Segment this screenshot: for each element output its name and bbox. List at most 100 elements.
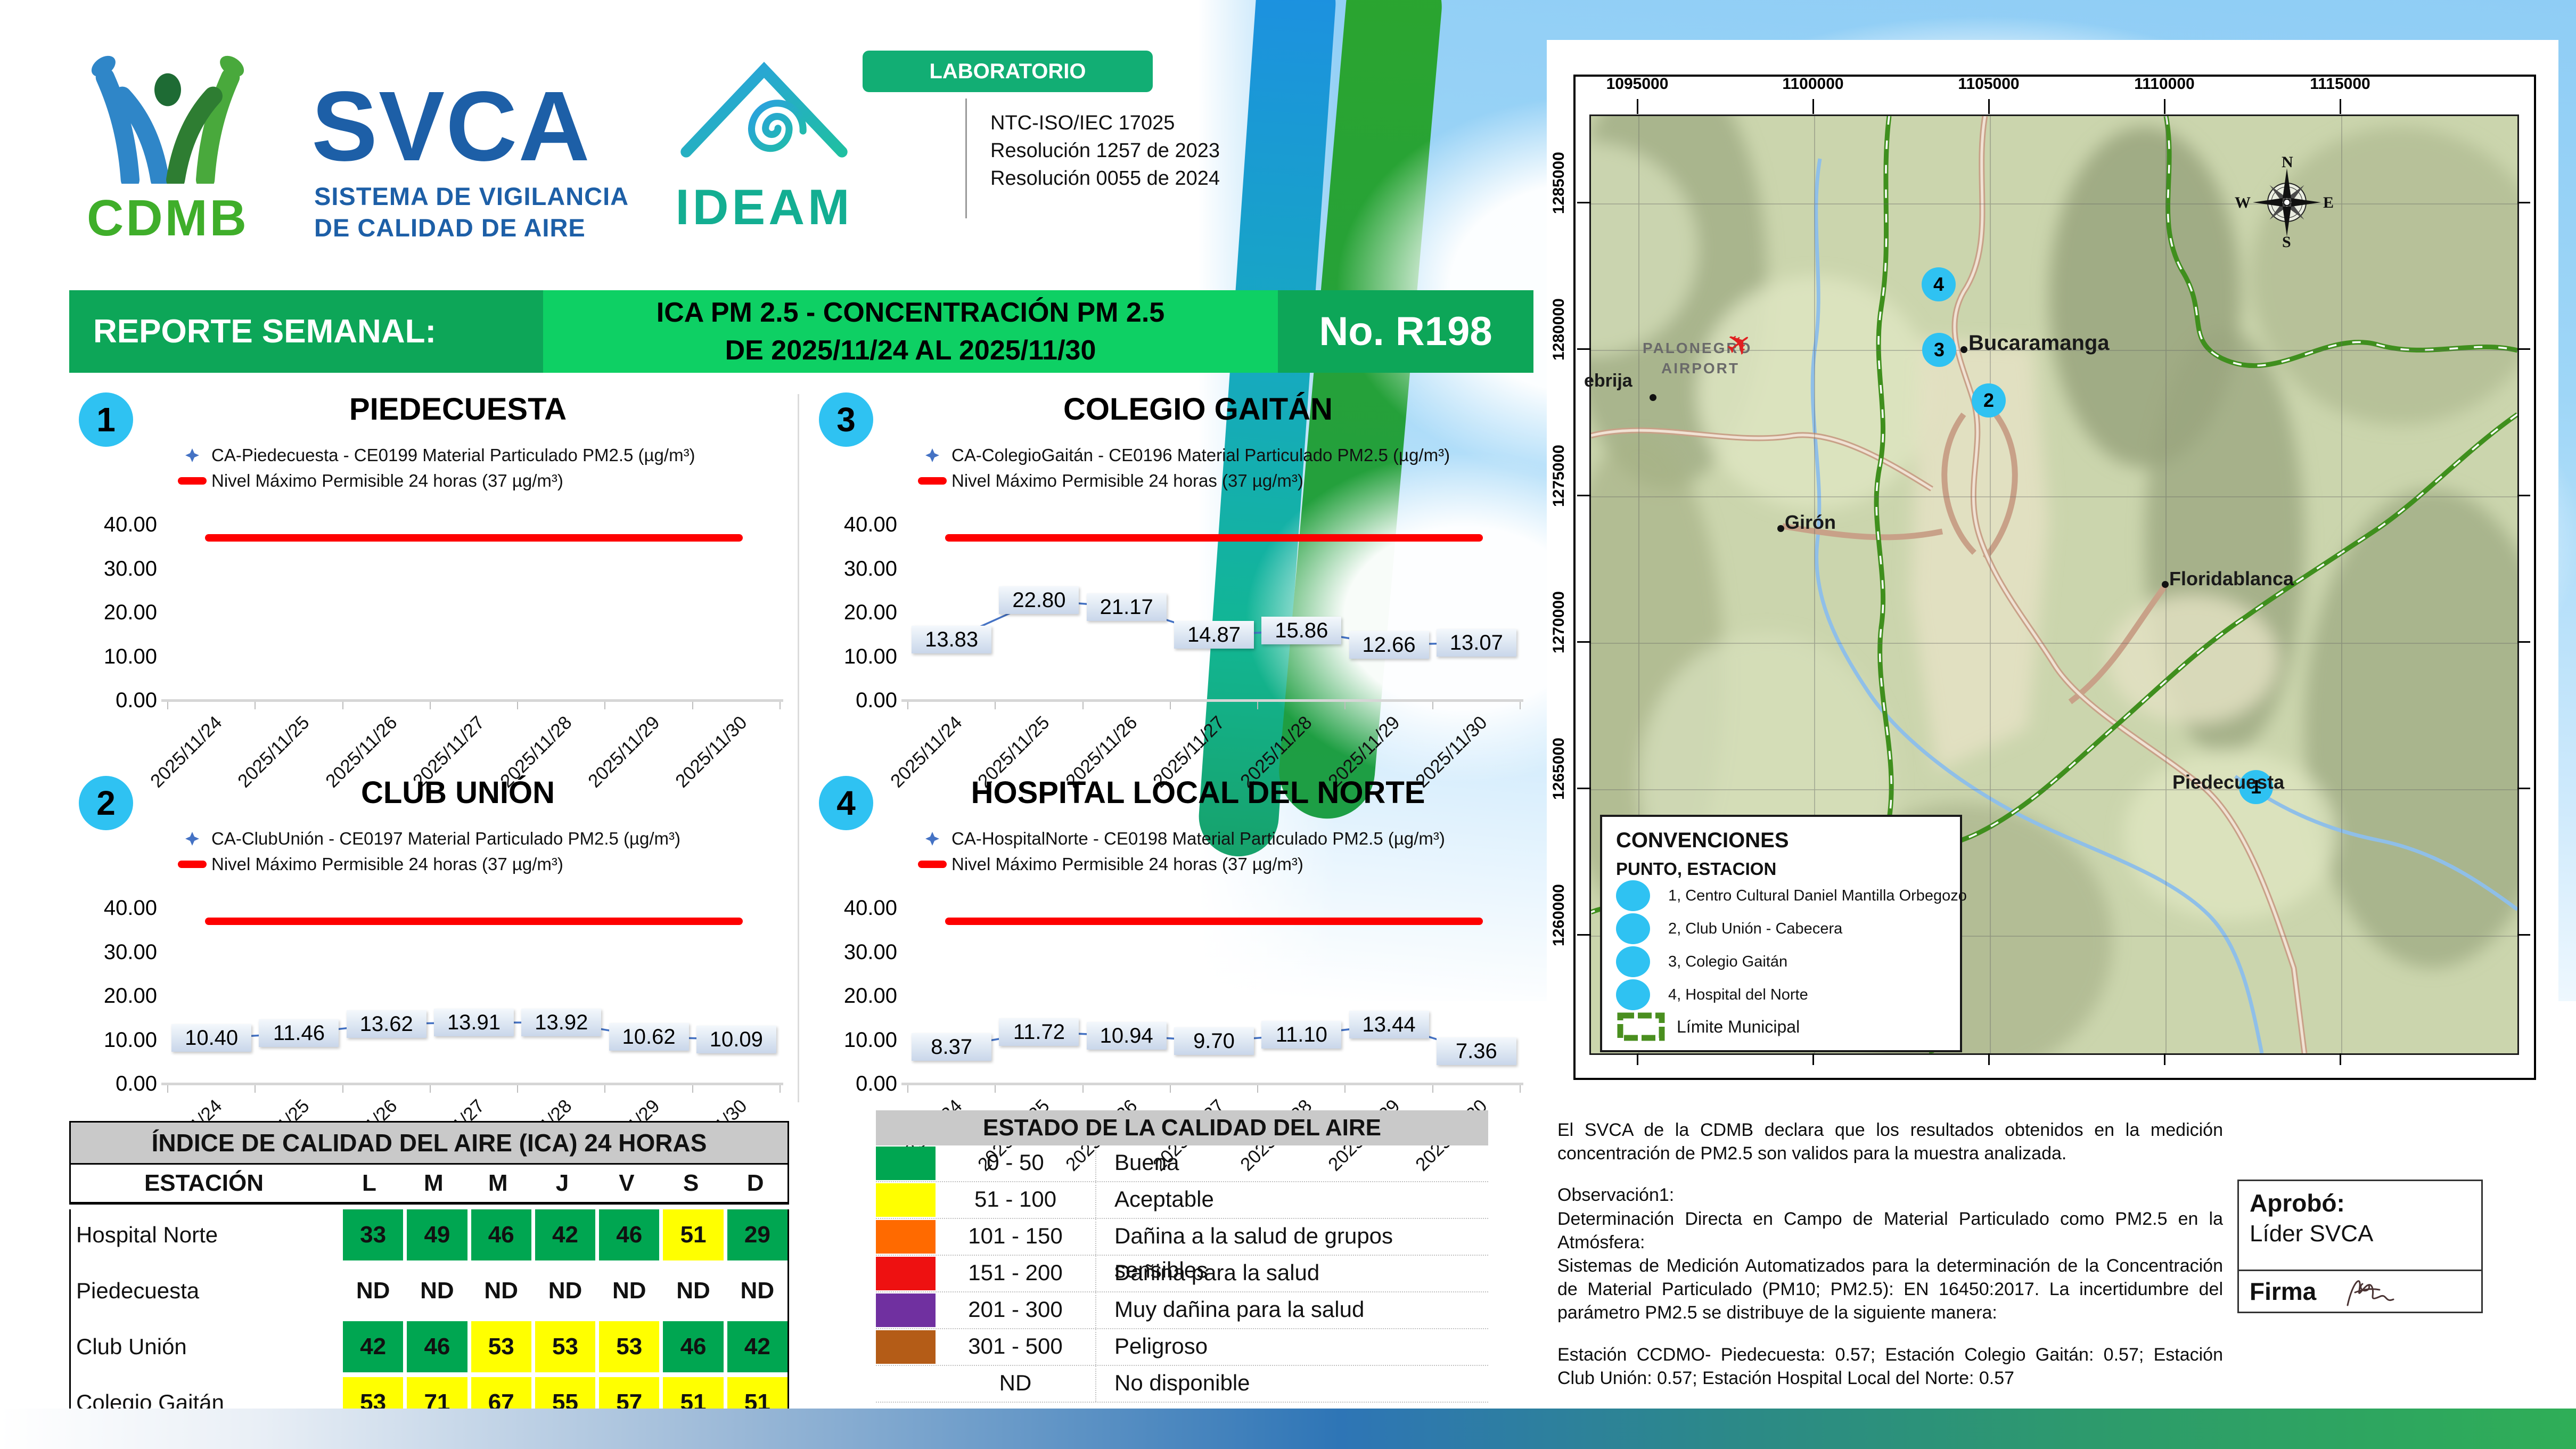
data-label: 11.10 (1261, 1021, 1342, 1049)
uncertainty-paragraph: Estación CCDMO- Piedecuesta: 0.57; Estac… (1557, 1344, 2223, 1388)
legend-station-label: 3, Colegio Gaitán (1668, 953, 1788, 970)
map-x-axis-label: 1115000 (2310, 75, 2370, 93)
compass-w-label: W (2235, 194, 2251, 211)
estado-row: 151 - 200 Dañina para la salud (876, 1256, 1488, 1292)
x-axis-tick (907, 1085, 908, 1093)
air-quality-state-table: ESTADO DE LA CALIDAD DEL AIRE 0 - 50 Buen… (876, 1110, 1488, 1403)
ica-day-header: D (746, 1170, 764, 1196)
data-label: 11.72 (999, 1018, 1079, 1046)
threshold-legend-label: Nivel Máximo Permisible 24 horas (37 µg/… (211, 471, 563, 490)
observation-line2: Sistemas de Medición Automatizados para … (1557, 1255, 2223, 1323)
legend-station-item: 1, Centro Cultural Daniel Mantilla Orbeg… (1616, 880, 1967, 912)
chart-club-union: 2 CLUB UNIÓN CA-ClubUnión - CE0197 Mater… (69, 775, 788, 1175)
chart-colegio-gaitan: 3 COLEGIO GAITÁN CA-ColegioGaitán - CE01… (809, 391, 1528, 792)
map-x-tick (2340, 1053, 2341, 1065)
x-axis-tick (342, 702, 343, 709)
legend-station-item: 3, Colegio Gaitán (1616, 946, 1787, 978)
accredited-lab-badge: LABORATORIO ACREDITADO (863, 51, 1153, 125)
ica-value-cell: ND (407, 1265, 467, 1316)
x-axis-tick (1082, 1085, 1084, 1093)
estado-row: 0 - 50 Buena (876, 1145, 1488, 1182)
data-label: 15.86 (1261, 617, 1342, 645)
x-axis-tick (255, 1085, 256, 1093)
chart-title: CLUB UNIÓN (360, 775, 555, 810)
map-legend-subtitle: PUNTO, ESTACION (1616, 859, 1777, 879)
ica-value-cell: 46 (407, 1321, 467, 1372)
cdmb-wordmark: CDMB (87, 190, 249, 247)
plot-area: 40.00 30.00 20.00 10.00 0.00 13.83 22.80 21.17 1… (844, 513, 1523, 792)
series-line (208, 1019, 740, 1043)
ica-day-header: S (683, 1170, 699, 1196)
estado-row: 101 - 150 Dañina a la salud de grupos sen… (876, 1219, 1488, 1282)
footer-gradient-band (0, 1409, 2576, 1449)
y-axis-label: 0.00 (116, 689, 157, 712)
y-axis-label: 0.00 (856, 1072, 897, 1095)
chart-title: COLEGIO GAITÁN (1063, 392, 1333, 427)
estado-label: Aceptable (1095, 1182, 1488, 1218)
legend-limite-municipal: Límite Municipal (1616, 1011, 1800, 1043)
estado-label: Buena (1095, 1145, 1488, 1181)
data-label: 12.66 (1349, 631, 1429, 659)
data-label: 10.94 (1086, 1021, 1167, 1050)
x-axis-tick (780, 1085, 781, 1093)
station-number-badge: 2 (79, 776, 133, 830)
approval-box: Aprobó: Líder SVCA Firma (2237, 1180, 2483, 1313)
estado-label: Muy dañina para la salud (1095, 1292, 1488, 1328)
declaration-paragraph: El SVCA de la CDMB declara que los resul… (1557, 1120, 2223, 1164)
compass-n-label: N (2282, 153, 2293, 171)
data-label: 9.70 (1174, 1027, 1254, 1055)
y-axis-label: 20.00 (103, 601, 157, 624)
ica-day-header: L (362, 1170, 376, 1196)
ica-value-cell: 53 (471, 1321, 531, 1372)
ica-table: ÍNDICE DE CALIDAD DEL AIRE (ICA) 24 HORA… (69, 1121, 789, 1433)
divider (965, 99, 967, 218)
data-label: 13.07 (1436, 629, 1516, 657)
x-axis-tick (517, 702, 519, 709)
estado-range: 301 - 500 (968, 1333, 1063, 1358)
compass-s-label: S (2282, 233, 2291, 251)
x-axis-tick (604, 1085, 606, 1093)
svca-subtitle: SISTEMA DE VIGILANCIA DE CALIDAD DE AIRE (314, 181, 629, 244)
series-legend-label: CA-Piedecuesta - CE0199 Material Particu… (211, 445, 695, 465)
y-axis-label: 10.00 (103, 644, 157, 668)
map-y-tick (2517, 788, 2530, 789)
data-label: 13.62 (346, 1010, 426, 1038)
y-axis-label: 20.00 (103, 984, 157, 1008)
estado-color-swatch (876, 1294, 936, 1327)
ica-station-name: Club Unión (76, 1334, 187, 1359)
map-station-marker-4: 4 (1922, 267, 1956, 301)
x-axis-tick (604, 702, 606, 709)
map-y-axis-label: 1285000 (1550, 152, 1568, 214)
x-axis-tick (1169, 1085, 1171, 1093)
legend-station-dot-icon (1616, 880, 1650, 911)
ica-value-cell: 46 (663, 1321, 724, 1372)
legend-station-item: 4, Hospital del Norte (1616, 979, 1808, 1011)
map-station-marker-2: 2 (1972, 383, 2006, 417)
data-label: 10.40 (171, 1024, 252, 1052)
map-x-axis-label: 1095000 (1606, 75, 1669, 93)
map-y-tick (1577, 202, 1591, 203)
x-axis-tick (1344, 702, 1346, 709)
series-line (948, 1021, 1480, 1055)
x-axis-tick (1520, 1085, 1521, 1093)
map-x-tick (2164, 1053, 2165, 1065)
legend-station-dot-icon (1616, 946, 1650, 977)
compass-rose-icon: N E S W (2235, 153, 2334, 251)
map-x-axis-label: 1105000 (1958, 75, 2020, 93)
data-label: 14.87 (1174, 621, 1254, 649)
series-legend-label: CA-ColegioGaitán - CE0196 Material Parti… (951, 445, 1450, 465)
map-place-dot (2162, 581, 2169, 588)
divider (798, 394, 799, 1102)
threshold-dash-icon (173, 861, 211, 868)
map-x-tick (1812, 1053, 1814, 1065)
threshold-legend-label: Nivel Máximo Permisible 24 horas (37 µg/… (951, 854, 1303, 874)
station-number-badge: 3 (819, 392, 873, 447)
x-axis-tick (517, 1085, 519, 1093)
ica-value-cell: ND (727, 1265, 787, 1316)
map-y-tick (1577, 348, 1591, 350)
x-axis-tick (429, 702, 431, 709)
data-label: 8.37 (912, 1033, 992, 1061)
map-x-tick (2164, 99, 2165, 114)
x-axis-tick (1432, 702, 1433, 709)
legend-station-label: 1, Centro Cultural Daniel Mantilla Orbeg… (1668, 887, 1967, 904)
